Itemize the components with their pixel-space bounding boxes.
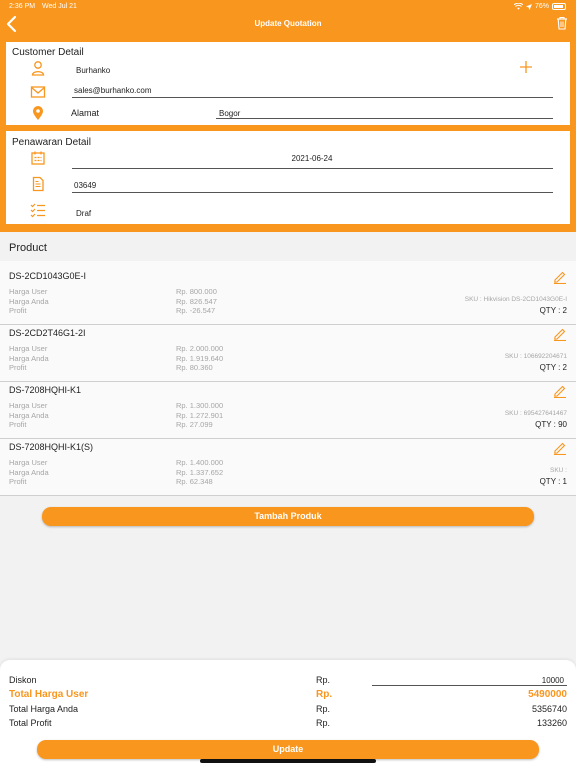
- total-profit-currency: Rp.: [316, 718, 331, 728]
- alamat-label: Alamat: [71, 108, 100, 118]
- total-profit-label: Total Profit: [9, 718, 52, 728]
- penawaran-detail-card: Penawaran Detail 2021-06-24 03649 Draf: [6, 131, 570, 224]
- profit-label: Profit: [9, 420, 27, 429]
- diskon-currency: Rp.: [316, 675, 331, 685]
- edit-pencil-icon[interactable]: [553, 327, 567, 341]
- penawaran-detail-title: Penawaran Detail: [12, 137, 91, 148]
- total-harga-user-currency: Rp.: [316, 689, 333, 700]
- add-customer-icon[interactable]: [519, 60, 533, 74]
- edit-pencil-icon[interactable]: [553, 270, 567, 284]
- profit-value: Rp. 27.099: [176, 420, 213, 429]
- date-underline: [72, 168, 553, 169]
- number-underline: [72, 192, 553, 193]
- product-list: DS-2CD1043G0E-I Harga User Harga Anda Pr…: [0, 261, 576, 495]
- quotation-number-field[interactable]: 03649: [74, 181, 96, 190]
- product-row[interactable]: DS-2CD1043G0E-I Harga User Harga Anda Pr…: [0, 261, 576, 318]
- status-time: 2:36 PM: [9, 3, 36, 10]
- status-bar: 2:36 PM Wed Jul 21 76%: [0, 0, 576, 13]
- person-icon: [31, 61, 45, 76]
- harga-anda-value: Rp. 1.337.652: [176, 467, 224, 477]
- harga-user-value: Rp. 2.000.000: [176, 344, 224, 353]
- edit-pencil-icon[interactable]: [553, 384, 567, 398]
- harga-user-label: Harga User: [9, 287, 48, 296]
- battery-percent: 76%: [534, 3, 549, 10]
- product-sku: SKU : Hikvision DS-2CD1043G0E-I: [464, 296, 567, 303]
- customer-name[interactable]: Burhanko: [76, 66, 110, 75]
- profit-value: Rp. -26.547: [176, 306, 216, 315]
- harga-anda-label: Harga Anda: [9, 353, 49, 363]
- diskon-label: Diskon: [9, 675, 37, 685]
- product-qty: QTY : 90: [535, 420, 567, 429]
- product-name: DS-7208HQHI-K1: [9, 385, 82, 395]
- total-profit-value: 133260: [536, 718, 567, 728]
- total-harga-anda-currency: Rp.: [316, 704, 331, 714]
- profit-value: Rp. 80.360: [176, 363, 213, 372]
- alamat-underline: [216, 118, 553, 119]
- customer-detail-card: Customer Detail Burhanko sales@burhanko.…: [6, 42, 570, 125]
- product-name: DS-2CD2T46G1-2I: [9, 328, 86, 338]
- total-harga-user-value: 5490000: [528, 689, 567, 700]
- harga-anda-value: Rp. 826.547: [176, 296, 217, 306]
- harga-user-value: Rp. 1.300.000: [176, 401, 224, 410]
- total-harga-user-label: Total Harga User: [9, 689, 89, 700]
- total-harga-anda-value: 5356740: [531, 704, 567, 714]
- page-title: Update Quotation: [254, 19, 322, 28]
- home-indicator: [200, 759, 376, 763]
- profit-value: Rp. 62.348: [176, 477, 213, 486]
- navbar: Update Quotation: [0, 13, 576, 35]
- location-arrow-icon: [525, 3, 532, 10]
- total-harga-anda-label: Total Harga Anda: [9, 704, 79, 714]
- diskon-input[interactable]: 10000: [542, 676, 564, 685]
- product-row[interactable]: DS-2CD2T46G1-2I Harga User Harga Anda Pr…: [0, 324, 576, 381]
- product-qty: QTY : 2: [539, 363, 567, 372]
- harga-anda-label: Harga Anda: [9, 467, 49, 477]
- status-right: 76%: [513, 3, 566, 10]
- product-sku: SKU :: [550, 467, 567, 474]
- harga-user-label: Harga User: [9, 458, 48, 467]
- harga-user-label: Harga User: [9, 401, 48, 410]
- profit-label: Profit: [9, 306, 27, 315]
- product-sku: SKU : 695427641467: [504, 410, 567, 417]
- harga-anda-value: Rp. 1.919.640: [176, 353, 224, 363]
- edit-pencil-icon[interactable]: [553, 441, 567, 455]
- quotation-date-field[interactable]: 2021-06-24: [6, 154, 576, 163]
- product-bottom-divider: [0, 495, 576, 496]
- email-underline: [72, 97, 553, 98]
- diskon-underline: [372, 685, 567, 686]
- wifi-icon: [513, 3, 523, 10]
- status-date: Wed Jul 21: [42, 3, 77, 10]
- harga-user-value: Rp. 800.000: [176, 287, 217, 296]
- checklist-icon: [30, 203, 45, 218]
- trash-icon[interactable]: [556, 16, 568, 30]
- harga-anda-label: Harga Anda: [9, 410, 49, 420]
- update-button[interactable]: Update: [37, 740, 539, 759]
- harga-anda-label: Harga Anda: [9, 296, 49, 306]
- product-qty: QTY : 1: [539, 477, 567, 486]
- harga-user-value: Rp. 1.400.000: [176, 458, 224, 467]
- profit-label: Profit: [9, 363, 27, 372]
- add-product-button[interactable]: Tambah Produk: [42, 507, 534, 526]
- email-field[interactable]: sales@burhanko.com: [74, 86, 152, 95]
- alamat-field[interactable]: Bogor: [219, 109, 240, 118]
- product-row[interactable]: DS-7208HQHI-K1(S) Harga User Harga Anda …: [0, 438, 576, 495]
- document-icon: [32, 176, 44, 192]
- product-name: DS-7208HQHI-K1(S): [9, 442, 94, 452]
- product-row[interactable]: DS-7208HQHI-K1 Harga User Harga Anda Pro…: [0, 381, 576, 438]
- quotation-status-field[interactable]: Draf: [76, 209, 91, 218]
- summary-footer: Diskon Rp. 10000 Total Harga User Rp. 54…: [0, 660, 576, 768]
- product-section-title: Product: [9, 242, 47, 254]
- location-pin-icon: [33, 106, 43, 120]
- product-qty: QTY : 2: [539, 306, 567, 315]
- product-name: DS-2CD1043G0E-I: [9, 271, 87, 281]
- harga-anda-value: Rp. 1.272.901: [176, 410, 224, 420]
- product-sku: SKU : 106692204671: [504, 353, 567, 360]
- mail-icon: [30, 86, 46, 98]
- battery-icon: [552, 3, 566, 10]
- profit-label: Profit: [9, 477, 27, 486]
- harga-user-label: Harga User: [9, 344, 48, 353]
- customer-detail-title: Customer Detail: [12, 47, 84, 58]
